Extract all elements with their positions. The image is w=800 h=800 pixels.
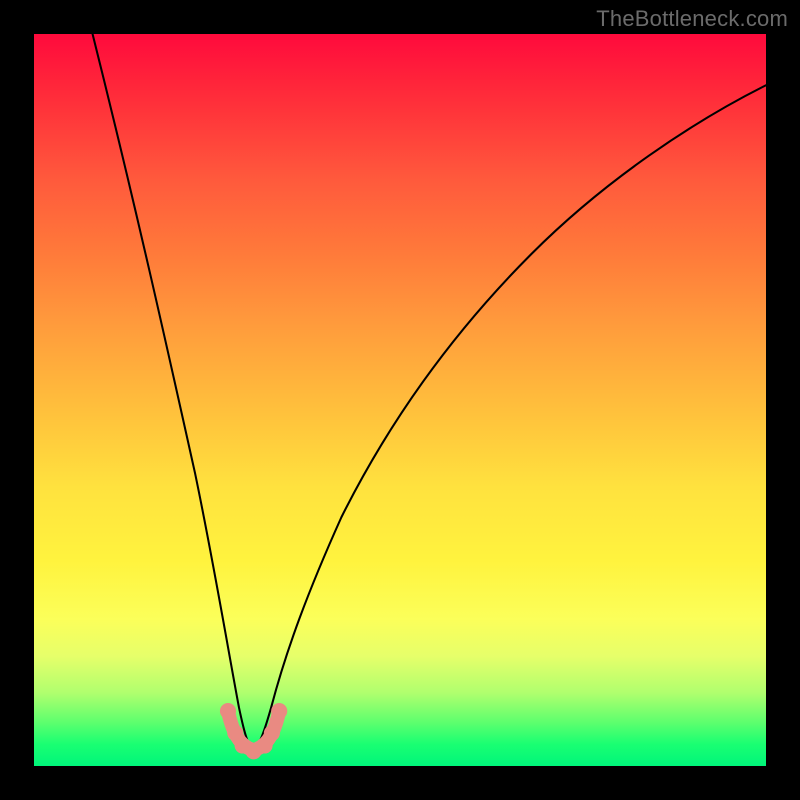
watermark-text: TheBottleneck.com	[596, 6, 788, 32]
bottleneck-curve	[93, 34, 766, 748]
chart-svg	[34, 34, 766, 766]
plot-area	[34, 34, 766, 766]
chart-frame: TheBottleneck.com	[0, 0, 800, 800]
notch-markers	[220, 703, 287, 759]
